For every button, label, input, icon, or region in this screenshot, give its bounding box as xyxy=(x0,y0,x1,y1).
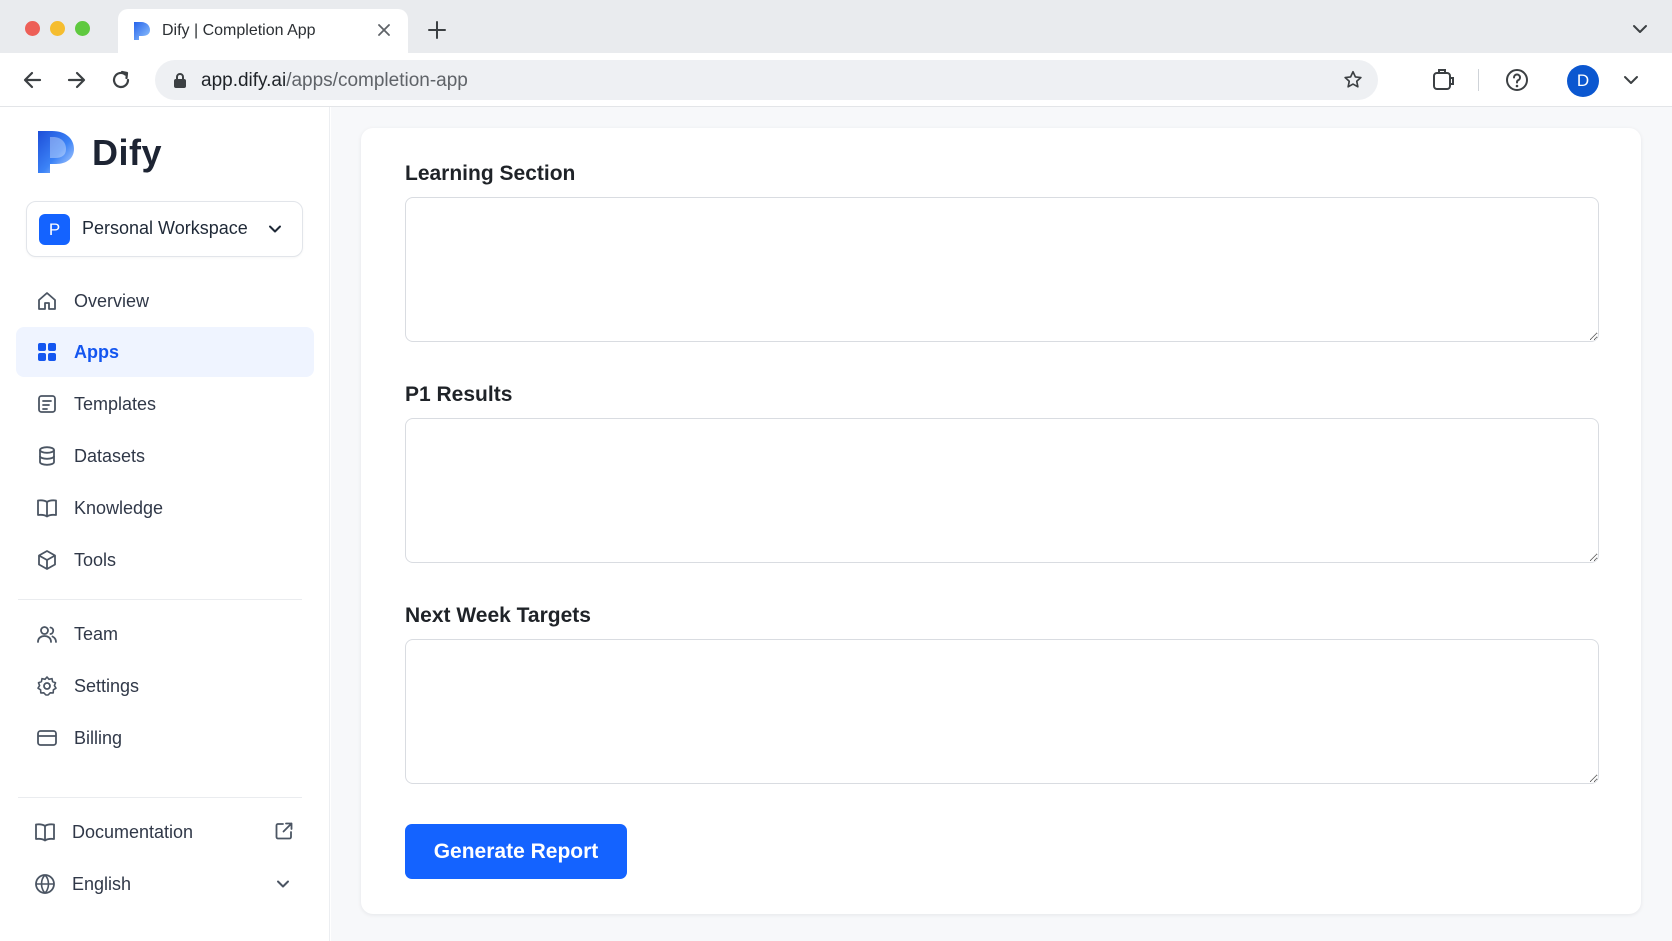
sidebar-item-datasets[interactable]: Datasets xyxy=(16,431,314,481)
profile-avatar[interactable]: D xyxy=(1567,65,1599,97)
card-icon xyxy=(37,730,57,746)
sidebar-item-billing[interactable]: Billing xyxy=(16,713,314,763)
sidebar-item-label: Tools xyxy=(74,550,117,570)
field-label-learning-section: Learning Section xyxy=(405,162,576,185)
database-icon xyxy=(39,446,55,466)
url-text[interactable]: app.dify.ai/apps/completion-app xyxy=(201,70,468,92)
sidebar-item-tools[interactable]: Tools xyxy=(16,535,314,585)
plus-icon[interactable] xyxy=(426,19,448,41)
forward-arrow-icon[interactable] xyxy=(63,67,89,93)
users-icon xyxy=(37,626,57,643)
chevron-down-icon[interactable] xyxy=(1630,19,1650,39)
external-link-icon xyxy=(275,822,293,840)
sidebar-item-templates[interactable]: Templates xyxy=(16,379,314,429)
dify-logo-icon[interactable] xyxy=(38,131,74,173)
url-host: app.dify.ai xyxy=(201,70,287,91)
sidebar-divider xyxy=(18,599,302,600)
browser-tab-bar: Dify | Completion App xyxy=(0,0,1672,53)
lock-icon[interactable] xyxy=(173,72,187,88)
globe-icon xyxy=(35,874,55,895)
help-icon[interactable] xyxy=(1503,66,1531,94)
completion-form-card: Learning Section P1 Results Next Week Ta… xyxy=(361,128,1641,914)
next-week-targets-input[interactable] xyxy=(405,639,1599,784)
toolbar-separator xyxy=(1478,69,1479,91)
sidebar-item-knowledge[interactable]: Knowledge xyxy=(16,483,314,533)
language-label: English xyxy=(72,874,132,894)
book-icon xyxy=(37,499,57,518)
tab-title: Dify | Completion App xyxy=(162,22,316,39)
star-icon[interactable] xyxy=(1342,69,1364,91)
browser-tab[interactable]: Dify | Completion App xyxy=(118,9,408,53)
grid-icon xyxy=(38,343,56,361)
language-selector[interactable]: English xyxy=(16,859,314,909)
home-icon xyxy=(38,292,56,310)
chevron-down-icon xyxy=(269,225,281,233)
window-close-button[interactable] xyxy=(25,21,40,36)
url-path: /apps/completion-app xyxy=(286,70,468,91)
sidebar-item-label: Billing xyxy=(74,728,123,748)
sidebar-item-team[interactable]: Team xyxy=(16,609,314,659)
address-bar[interactable]: app.dify.ai/apps/completion-app xyxy=(155,60,1378,100)
sidebar-item-label: Documentation xyxy=(72,822,194,842)
profile-chevron-down-icon[interactable] xyxy=(1618,67,1644,93)
sidebar-item-overview[interactable]: Overview xyxy=(16,276,314,326)
learning-section-input[interactable] xyxy=(405,197,1599,342)
sidebar-divider xyxy=(18,797,302,798)
browser-toolbar: app.dify.ai/apps/completion-app D xyxy=(0,53,1672,107)
main-content: Learning Section P1 Results Next Week Ta… xyxy=(331,107,1672,941)
extensions-icon[interactable] xyxy=(1428,66,1456,94)
dify-favicon-icon xyxy=(134,22,150,40)
sidebar-item-label: Knowledge xyxy=(74,498,164,518)
workspace-selector[interactable]: P Personal Workspace xyxy=(26,201,303,257)
cube-icon xyxy=(38,550,56,570)
sidebar-item-label: Overview xyxy=(74,291,150,311)
sidebar-item-label: Apps xyxy=(74,342,119,362)
template-icon xyxy=(38,395,56,413)
book-icon xyxy=(35,823,55,842)
sidebar-item-label: Team xyxy=(74,624,119,644)
gear-icon xyxy=(37,676,57,696)
sidebar: Dify P Personal Workspace Overview Apps … xyxy=(0,107,330,941)
sidebar-item-label: Datasets xyxy=(74,446,146,466)
sidebar-item-label: Templates xyxy=(74,394,157,414)
field-label-next-week-targets: Next Week Targets xyxy=(405,604,591,627)
window-maximize-button[interactable] xyxy=(75,21,90,36)
sidebar-item-apps[interactable]: Apps xyxy=(16,327,314,377)
chevron-down-icon xyxy=(277,880,289,888)
generate-report-button[interactable]: Generate Report xyxy=(405,824,627,879)
sidebar-item-settings[interactable]: Settings xyxy=(16,661,314,711)
field-label-p1-results: P1 Results xyxy=(405,383,513,406)
sidebar-item-label: Settings xyxy=(74,676,140,696)
back-arrow-icon[interactable] xyxy=(20,67,46,93)
brand-name[interactable]: Dify xyxy=(92,132,162,174)
sidebar-item-documentation[interactable]: Documentation xyxy=(16,807,314,857)
close-icon[interactable] xyxy=(374,20,394,40)
workspace-label: Personal Workspace xyxy=(82,218,248,238)
reload-icon[interactable] xyxy=(108,67,134,93)
window-minimize-button[interactable] xyxy=(50,21,65,36)
p1-results-input[interactable] xyxy=(405,418,1599,563)
workspace-badge: P xyxy=(39,214,70,245)
